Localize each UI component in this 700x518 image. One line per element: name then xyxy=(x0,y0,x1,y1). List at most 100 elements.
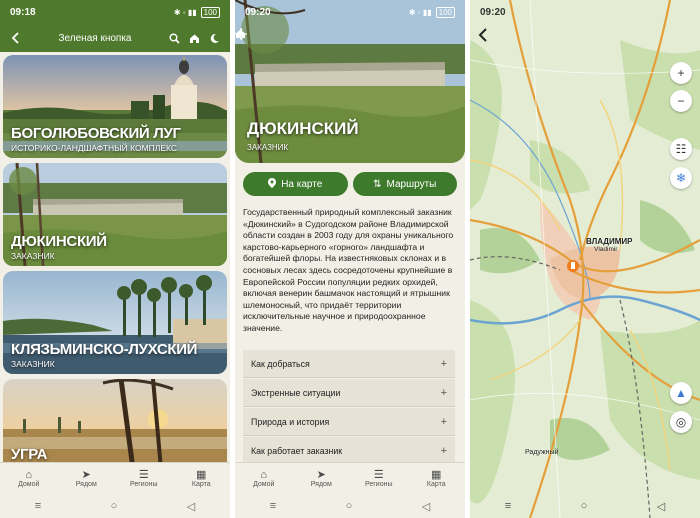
nav-nearby[interactable]: ➤ Рядом xyxy=(293,463,351,494)
map-icon: ▦ xyxy=(431,469,442,481)
home-circle-icon[interactable]: ○ xyxy=(111,500,118,512)
accordion-how-reserve-works[interactable]: Как работает заказник + xyxy=(243,437,455,465)
nav-label: Регионы xyxy=(364,481,393,488)
reserve-title: ДЮКИНСКИЙ xyxy=(247,119,359,138)
nav-label: Карта xyxy=(426,481,446,488)
back-triangle-icon[interactable]: ◁ xyxy=(422,500,430,513)
snowflake-icon: ❄ xyxy=(675,171,687,185)
home-circle-icon[interactable]: ○ xyxy=(581,500,588,512)
compass-button[interactable]: ▲ xyxy=(670,382,692,404)
nav-map[interactable]: ▦ Карта xyxy=(173,463,231,494)
plus-icon: + xyxy=(677,66,685,80)
card-ugra[interactable]: УГРА xyxy=(3,379,227,469)
layers-filter-button[interactable]: ☷ xyxy=(670,138,692,160)
accordion-nature-history[interactable]: Природа и история + xyxy=(243,408,455,436)
recents-icon[interactable]: ≡ xyxy=(35,500,41,512)
routes-icon: ⇅ xyxy=(373,178,382,190)
button-label: Маршруты xyxy=(386,178,437,190)
system-nav: ≡ ○ ◁ xyxy=(470,494,700,518)
hero-toolbar xyxy=(235,28,465,48)
list-screen: 09:18 ✱ ◦ ▮▮ 100 Зеленая кнопка БОГОЛЮБО… xyxy=(0,0,230,518)
card-title: ДЮКИНСКИЙ xyxy=(11,233,107,250)
nav-home[interactable]: ⌂ Домой xyxy=(0,463,58,494)
bottom-nav: ⌂ Домой ➤ Рядом ☰ Регионы ▦ Карта xyxy=(0,462,230,494)
system-nav: ≡ ○ ◁ xyxy=(0,494,230,518)
status-time: 09:20 xyxy=(245,6,271,18)
accordion-label: Экстренные ситуации xyxy=(251,387,341,398)
back-icon[interactable] xyxy=(478,28,488,47)
back-icon[interactable] xyxy=(8,30,24,46)
map-screen: 09:20 + − ☷ ❄ ▲ ◎ ВЛАДИМИР Vladimir Раду… xyxy=(470,0,700,518)
bottom-nav: ⌂ Домой ➤ Рядом ☰ Регионы ▦ Карта xyxy=(235,462,465,494)
back-triangle-icon[interactable]: ◁ xyxy=(187,500,195,513)
home-circle-icon[interactable]: ○ xyxy=(346,500,353,512)
plus-icon: + xyxy=(440,386,447,399)
accordion-label: Природа и история xyxy=(251,416,330,427)
card-dyukinsky[interactable]: ДЮКИНСКИЙ ЗАКАЗНИК xyxy=(3,163,227,266)
card-title: КЛЯЗЬМИНСКО-ЛУХСКИЙ xyxy=(11,341,198,358)
nav-nearby[interactable]: ➤ Рядом xyxy=(58,463,116,494)
map-pin-icon xyxy=(268,177,277,191)
accordion-label: Как добраться xyxy=(251,358,310,369)
home-icon: ⌂ xyxy=(260,469,268,481)
card-subtitle: ЗАКАЗНИК xyxy=(11,251,55,261)
nav-label: Регионы xyxy=(129,481,158,488)
moon-icon[interactable] xyxy=(206,30,222,46)
nav-regions[interactable]: ☰ Регионы xyxy=(115,463,173,494)
winter-mode-button[interactable]: ❄ xyxy=(670,167,692,189)
nav-map[interactable]: ▦ Карта xyxy=(408,463,466,494)
nav-label: Домой xyxy=(253,481,275,488)
map-canvas[interactable] xyxy=(470,0,700,518)
show-on-map-button[interactable]: На карте xyxy=(243,172,348,196)
plus-icon: + xyxy=(440,444,447,457)
nav-label: Рядом xyxy=(75,481,97,488)
card-bogolyubovsky[interactable]: БОГОЛЮБОВСКИЙ ЛУГ ИСТОРИКО-ЛАНДШАФТНЫЙ К… xyxy=(3,55,227,158)
accordion-emergency[interactable]: Экстренные ситуации + xyxy=(243,379,455,407)
battery-icon: 100 xyxy=(200,6,220,18)
compass-icon: ▲ xyxy=(675,386,687,400)
city-sublabel: Vladimir xyxy=(594,246,618,253)
accordion-how-to-get[interactable]: Как добраться + xyxy=(243,350,455,378)
locate-icon: ◎ xyxy=(675,415,687,429)
search-icon[interactable] xyxy=(166,30,182,46)
button-label: На карте xyxy=(281,178,323,190)
home-icon: ⌂ xyxy=(25,469,33,481)
accordion-label: Как работает заказник xyxy=(251,445,343,456)
app-title: Зеленая кнопка xyxy=(58,32,132,44)
plus-icon: + xyxy=(440,357,447,370)
description-text: Государственный природный комплексный за… xyxy=(243,207,454,333)
status-icons: ✱ ◦ ▮▮ 100 xyxy=(409,6,455,18)
nav-regions[interactable]: ☰ Регионы xyxy=(350,463,408,494)
minus-icon: − xyxy=(677,94,685,108)
status-time: 09:18 xyxy=(10,6,36,18)
zoom-in-button[interactable]: + xyxy=(670,62,692,84)
filter-icon: ☷ xyxy=(675,142,687,156)
card-title: УГРА xyxy=(11,446,48,463)
status-bar: 09:20 ✱ ◦ ▮▮ 100 xyxy=(235,0,465,24)
city-label: ВЛАДИМИР xyxy=(586,237,633,246)
status-icons: ✱ ◦ ▮▮ 100 xyxy=(174,6,220,18)
list-icon: ☰ xyxy=(373,469,384,481)
card-klyazminsko-lukhsky[interactable]: КЛЯЗЬМИНСКО-ЛУХСКИЙ ЗАКАЗНИК xyxy=(3,271,227,374)
card-title: БОГОЛЮБОВСКИЙ ЛУГ xyxy=(11,125,181,142)
system-nav: ≡ ○ ◁ xyxy=(235,494,465,518)
hero-image: 09:20 ✱ ◦ ▮▮ 100 ДЮКИНСКИЙ ЗАКАЗНИК xyxy=(235,0,465,163)
card-subtitle: ИСТОРИКО-ЛАНДШАФТНЫЙ КОМПЛЕКС xyxy=(11,143,177,153)
card-subtitle: ЗАКАЗНИК xyxy=(11,359,55,369)
reserve-type: ЗАКАЗНИК xyxy=(247,143,289,152)
recents-icon[interactable]: ≡ xyxy=(505,500,511,512)
nav-label: Карта xyxy=(191,481,211,488)
routes-button[interactable]: ⇅ Маршруты xyxy=(352,172,457,196)
zoom-out-button[interactable]: − xyxy=(670,90,692,112)
recents-icon[interactable]: ≡ xyxy=(270,500,276,512)
nav-home[interactable]: ⌂ Домой xyxy=(235,463,293,494)
plus-icon: + xyxy=(440,415,447,428)
nav-label: Домой xyxy=(18,481,40,488)
back-triangle-icon[interactable]: ◁ xyxy=(657,500,665,513)
reserve-list: БОГОЛЮБОВСКИЙ ЛУГ ИСТОРИКО-ЛАНДШАФТНЫЙ К… xyxy=(3,55,227,474)
detail-screen: 09:20 ✱ ◦ ▮▮ 100 ДЮКИНСКИЙ ЗАКАЗНИК На к… xyxy=(235,0,465,518)
nav-label: Рядом xyxy=(310,481,332,488)
home-icon[interactable] xyxy=(186,30,202,46)
locate-me-button[interactable]: ◎ xyxy=(670,411,692,433)
status-bar: 09:18 ✱ ◦ ▮▮ 100 xyxy=(0,0,230,24)
